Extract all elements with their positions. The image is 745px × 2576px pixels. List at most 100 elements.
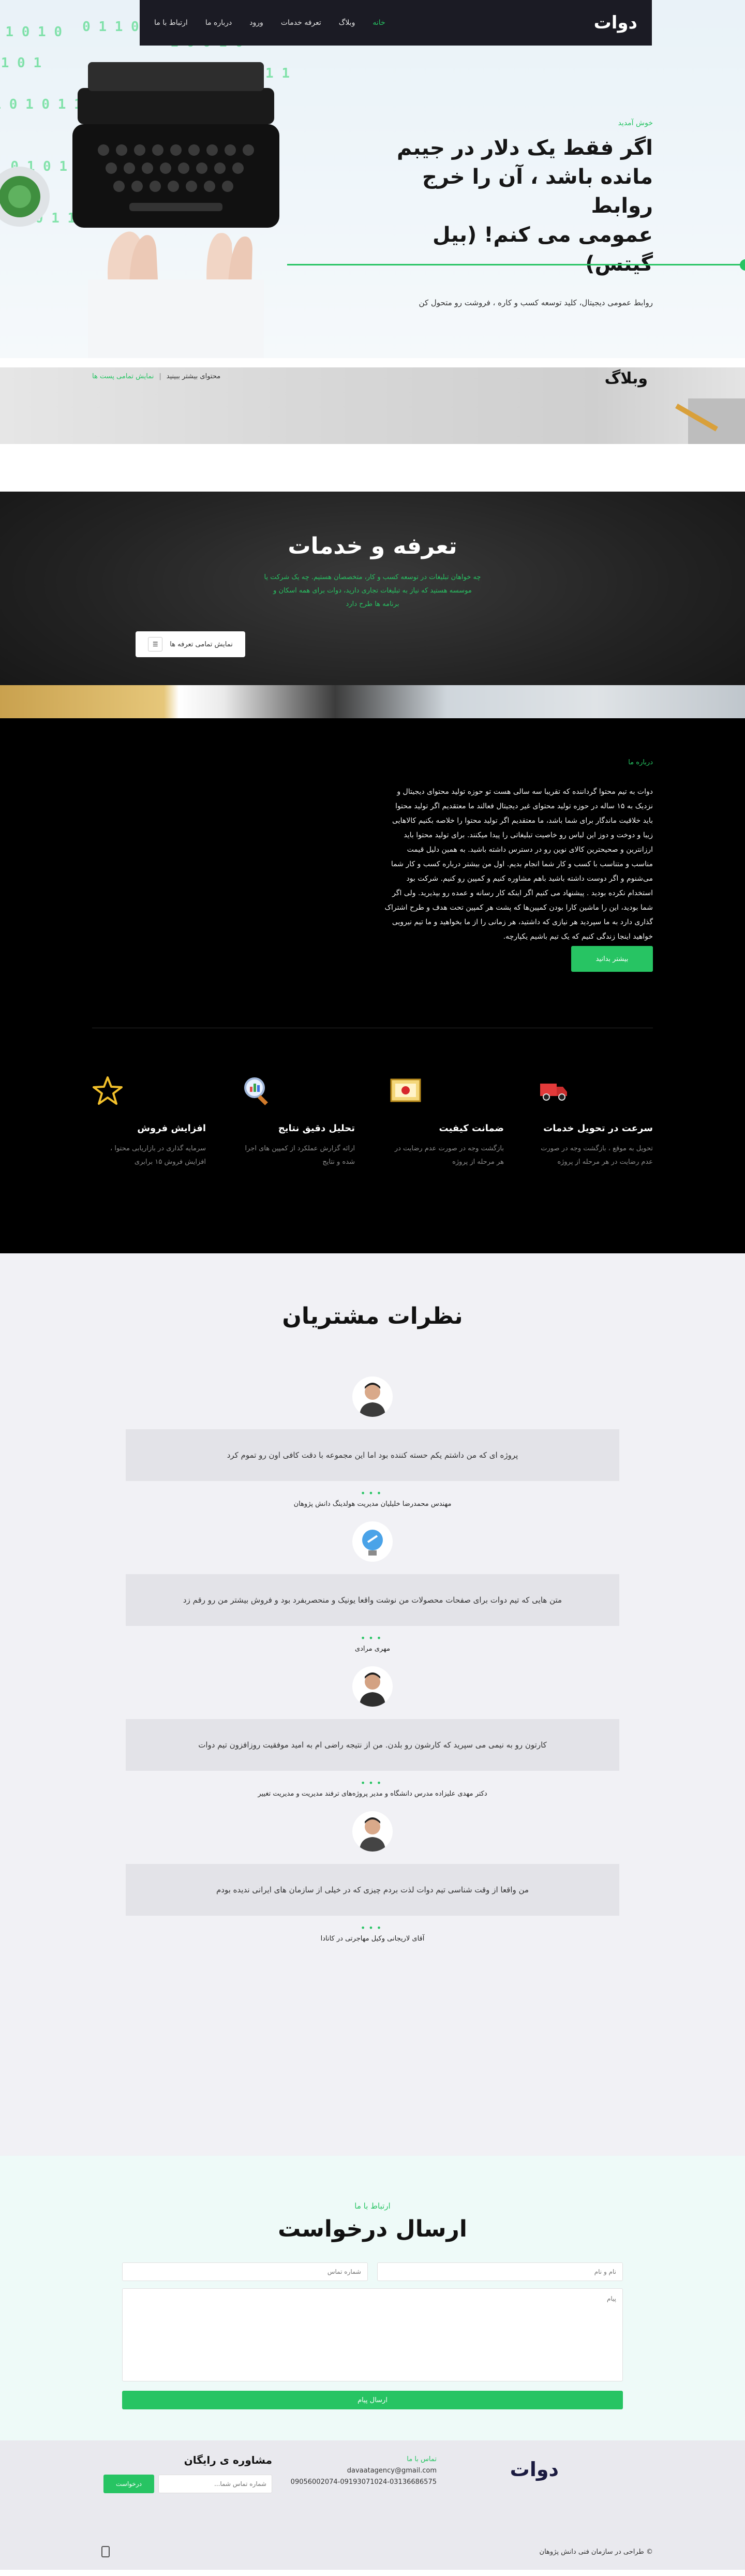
learn-more-button[interactable]: بیشتر بدانید	[571, 946, 653, 972]
footer-email[interactable]: davaatagency@gmail.com	[291, 2465, 437, 2477]
star-icon	[92, 1070, 206, 1112]
about-text: دوات به تیم محتوا گرداننده که تقریبا سه …	[384, 788, 653, 941]
testimonial-item: پروژه ای که من داشتم یکم حسته کننده بود …	[0, 1376, 745, 1508]
footer-logo-text: دوات	[510, 2458, 559, 2481]
tariff-button-label: نمایش تمامی تعرفه ها	[170, 640, 233, 648]
feature-description: سرمایه گذاری در بازاریابی محتوا ، افزایش…	[110, 1145, 206, 1166]
feature-description: ارائه گزارش عملکرد از کمپین های اجرا شده…	[245, 1145, 355, 1166]
blog-links: محتوای بیشتر ببینید | نمایش تمامی پست ها	[92, 373, 220, 380]
feature-title: سرعت در تحویل خدمات	[543, 1123, 653, 1134]
consultation-form-row: درخواست	[101, 2475, 272, 2493]
feature-item: ضمانت کیفیت بازگشت وجه در صورت عدم رضایت…	[390, 1070, 504, 1169]
hero-title-line-2: مانده باشد ، آن را خرج روابط	[422, 165, 653, 218]
phone-input[interactable]	[122, 2262, 368, 2281]
message-textarea[interactable]	[122, 2288, 623, 2381]
feature-description: تحویل به موقع ، بازگشت وجه در صورت عدم ر…	[541, 1145, 653, 1166]
about-subtitle: درباره ما	[628, 759, 653, 766]
contact-subtitle: ارتباط با ما	[354, 2201, 391, 2211]
footer-phones: 09056002074-09193071024-03136686575	[290, 2478, 437, 2486]
site-logo[interactable]: دوات	[593, 12, 638, 33]
nav-item-blog[interactable]: وبلاگ	[339, 19, 355, 27]
hero-title-line-3: عمومی می کنم! (بیل گیتس)	[433, 223, 653, 276]
testimonial-author: آقای لاریجانی وکیل مهاجرتی در کانادا	[320, 1935, 425, 1943]
testimonials-title: نظرات مشتریان	[282, 1303, 463, 1329]
testimonial-quote: پروژه ای که من داشتم یکم حسته کننده بود …	[126, 1429, 619, 1481]
scroll-mouse-icon[interactable]	[101, 2546, 110, 2557]
nav-item-contact[interactable]: ارتباط با ما	[154, 19, 188, 27]
tariff-title: تعرفه و خدمات	[288, 533, 457, 559]
testimonials-section: نظرات مشتریان پروژه ای که من داشتم یکم ح…	[0, 1253, 745, 2156]
testimonial-dots: •••	[360, 1923, 385, 1933]
send-message-button[interactable]: ارسال پیام	[122, 2391, 623, 2409]
testimonial-dots: •••	[360, 1633, 385, 1643]
free-consultation-block: مشاوره ی رایگان درخواست	[101, 2454, 272, 2493]
avatar	[352, 1376, 393, 1417]
about-section: درباره ما دوات به تیم محتوا گرداننده که …	[0, 718, 745, 1253]
testimonial-item: متن هایی که تیم دوات برای صفحات محصولات …	[0, 1521, 745, 1653]
hero-title: اگر فقط یک دلار در جیبم مانده باشد ، آن …	[384, 134, 653, 278]
list-icon: ☰	[148, 637, 163, 652]
hero-subtitle: خوش آمدید	[618, 119, 653, 127]
testimonial-quote: متن هایی که تیم دوات برای صفحات محصولات …	[126, 1574, 619, 1626]
testimonial-author: مهندس محمدرضا خلیلیان مدیریت هولدینگ دان…	[293, 1500, 452, 1508]
nav-item-login[interactable]: ورود	[249, 19, 263, 27]
desk-photo-strip	[0, 685, 745, 718]
link-separator: |	[159, 373, 161, 380]
consultation-title: مشاوره ی رایگان	[184, 2454, 272, 2466]
feature-description: بازگشت وجه در صورت عدم رضایت در هر مرحله…	[394, 1145, 504, 1166]
feature-item: افزایش فروش سرمایه گذاری در بازاریابی مح…	[92, 1070, 206, 1169]
logo-text: دوات	[593, 12, 638, 33]
hero-title-line-1: اگر فقط یک دلار در جیبم	[396, 136, 653, 160]
hero-accent-dot	[740, 259, 745, 271]
lightbulb-avatar-icon	[352, 1521, 393, 1562]
testimonial-item: کارتون رو به نیمی می سپرید که کارشون رو …	[0, 1666, 745, 1798]
hero-text-block: خوش آمدید اگر فقط یک دلار در جیبم مانده …	[384, 119, 653, 307]
testimonial-author: دکتر مهدی علیزاده مدرس دانشگاه و مدیر پر…	[258, 1790, 487, 1798]
features-list: سرعت در تحویل خدمات تحویل به موقع ، بازگ…	[92, 1070, 653, 1169]
feature-title: افزایش فروش	[137, 1123, 206, 1134]
certificate-icon	[390, 1070, 504, 1112]
testimonial-item: من واقعا از وقت شناسی تیم دوات لذت بردم …	[0, 1811, 745, 1943]
hero-description: روابط عمومی دیجیتال، کلید توسعه کسب و کا…	[419, 298, 653, 307]
footer-contact-info: تماس با ما davaatagency@gmail.com 090560…	[291, 2454, 437, 2488]
testimonial-quote: کارتون رو به نیمی می سپرید که کارشون رو …	[126, 1719, 619, 1771]
avatar	[352, 1666, 393, 1707]
testimonial-dots: •••	[360, 1488, 385, 1498]
contact-title: ارسال درخواست	[278, 2216, 467, 2242]
nav-item-about[interactable]: درباره ما	[205, 19, 232, 27]
testimonial-dots: •••	[360, 1778, 385, 1788]
site-footer: دوات تماس با ما davaatagency@gmail.com 0…	[0, 2440, 745, 2570]
avatar	[352, 1811, 393, 1852]
consultation-phone-input[interactable]	[158, 2475, 272, 2493]
footer-logo[interactable]: دوات	[510, 2458, 559, 2481]
tariff-description: چه خواهان تبلیغات در توسعه کسب و کار، مت…	[264, 573, 481, 608]
blog-section: وبلاگ محتوای بیشتر ببینید | نمایش تمامی …	[0, 367, 745, 444]
svg-text:1 0 1: 1 0 1	[1, 55, 41, 71]
svg-text:0 1 0 1 1 0: 0 1 0 1 1 0	[0, 24, 62, 40]
truck-icon	[539, 1070, 653, 1112]
feature-item: سرعت در تحویل خدمات تحویل به موقع ، بازگ…	[539, 1070, 653, 1169]
pencil-icon	[675, 398, 745, 444]
hero-section: 0 1 0 1 1 0 1 0 1 1 0 0 1 0 0 1 1 0 1 1 …	[0, 0, 745, 358]
footer-contact-label: تماس با ما	[407, 2455, 437, 2463]
view-more-link[interactable]: محتوای بیشتر ببینید	[167, 373, 220, 380]
nav-item-tariff[interactable]: تعرفه خدمات	[281, 19, 321, 27]
show-all-tariffs-button[interactable]: نمایش تمامی تعرفه ها ☰	[136, 631, 245, 657]
nav-menu: خانه وبلاگ تعرفه خدمات ورود درباره ما ار…	[154, 19, 385, 27]
main-navbar: دوات خانه وبلاگ تعرفه خدمات ورود درباره …	[140, 0, 652, 46]
typewriter-illustration: 0 1 0 1 1 0 1 0 1 1 0 0 1 0 0 1 1 0 1 1 …	[0, 19, 290, 358]
tariff-section: تعرفه و خدمات چه خواهان تبلیغات در توسعه…	[0, 492, 745, 718]
analytics-magnifier-icon	[241, 1070, 355, 1112]
feature-item: تحلیل دقیق نتایج ارائه گزارش عملکرد از ک…	[241, 1070, 355, 1169]
consultation-request-button[interactable]: درخواست	[103, 2475, 154, 2493]
testimonial-quote: من واقعا از وقت شناسی تیم دوات لذت بردم …	[126, 1864, 619, 1916]
show-all-posts-link[interactable]: نمایش تمامی پست ها	[92, 373, 154, 380]
contact-form: ارسال پیام	[122, 2262, 623, 2409]
name-input[interactable]	[377, 2262, 623, 2281]
feature-title: ضمانت کیفیت	[439, 1123, 504, 1134]
nav-item-home[interactable]: خانه	[373, 19, 385, 27]
form-row	[122, 2262, 623, 2281]
copyright-text: © طراحی در سازمان فنی دانش پژوهان	[539, 2548, 653, 2556]
blog-title: وبلاگ	[604, 369, 648, 388]
testimonial-author: مهری مرادی	[354, 1645, 391, 1653]
